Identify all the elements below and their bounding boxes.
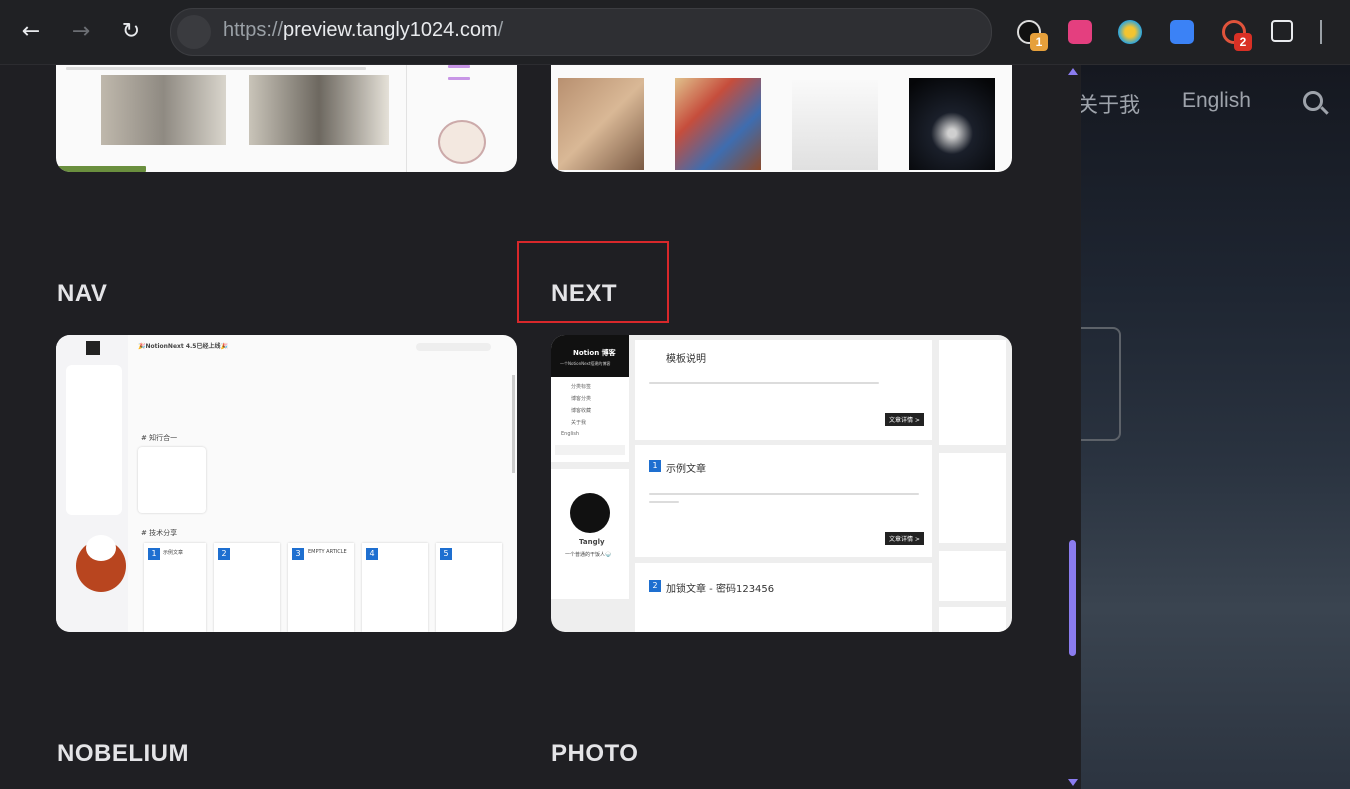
theme-gallery: NAV NEXT 🎉NotionNext 4.5已经上线🎉 # 知行合一 # 技… bbox=[0, 65, 1080, 789]
search-icon-handle bbox=[1320, 106, 1329, 115]
puzzle-icon[interactable] bbox=[1271, 20, 1293, 42]
next-menu-item[interactable]: English bbox=[561, 431, 579, 437]
back-icon[interactable]: ← bbox=[15, 16, 47, 48]
theme-label-photo: PHOTO bbox=[551, 740, 639, 767]
next-menu-item[interactable]: 博客收藏 bbox=[571, 407, 591, 414]
next-article-title[interactable]: 示例文章 bbox=[666, 460, 706, 475]
thumbnail-image bbox=[675, 78, 761, 170]
next-brand: Notion 博客 bbox=[573, 349, 616, 357]
address-bar[interactable]: https://preview.tangly1024.com/ bbox=[170, 8, 992, 56]
next-article-title[interactable]: 模板说明 bbox=[666, 350, 706, 365]
thumbnail-image bbox=[792, 78, 878, 170]
thumbnail-image bbox=[558, 78, 644, 170]
next-author-desc: 一个普通的干饭人🍚 bbox=[565, 552, 612, 558]
scroll-up-arrow[interactable] bbox=[1068, 68, 1078, 75]
forward-icon[interactable]: → bbox=[65, 16, 97, 48]
nav-announcement: 🎉NotionNext 4.5已经上线🎉 bbox=[138, 343, 228, 350]
next-tagline: 一个NotionNext搭建的博客 bbox=[560, 361, 611, 366]
theme-preview-card[interactable] bbox=[56, 65, 517, 172]
scrollbar-thumb[interactable] bbox=[1069, 540, 1076, 656]
toolbar-divider bbox=[1320, 20, 1322, 44]
site-info-icon[interactable] bbox=[177, 15, 211, 49]
next-theme-card[interactable]: Notion 博客 一个NotionNext搭建的博客 分类标签 博客分类 博客… bbox=[551, 335, 1012, 632]
extension-badge: 1 bbox=[1030, 33, 1048, 51]
background-card bbox=[1081, 327, 1121, 441]
thumbnail-image bbox=[909, 78, 995, 170]
nav-section-heading: # 知行合一 bbox=[141, 434, 178, 442]
next-menu-item[interactable]: 分类标签 bbox=[571, 383, 591, 390]
globe-extension-icon[interactable] bbox=[1118, 20, 1142, 44]
extension-badge: 2 bbox=[1234, 33, 1252, 51]
scroll-down-arrow[interactable] bbox=[1068, 779, 1078, 786]
background-page: 关于我 English bbox=[1081, 65, 1350, 789]
theme-label-nobelium: NOBELIUM bbox=[57, 740, 189, 767]
nav-theme-card[interactable]: 🎉NotionNext 4.5已经上线🎉 # 知行合一 # 技术分享 1 2 3… bbox=[56, 335, 517, 632]
next-article-title[interactable]: 加锁文章 - 密码123456 bbox=[666, 580, 774, 595]
theme-preview-card[interactable] bbox=[551, 65, 1012, 172]
nav-card-title: EMPTY ARTICLE bbox=[308, 549, 347, 555]
article-detail-button[interactable]: 文章详情 > bbox=[885, 413, 924, 426]
next-menu-item[interactable]: 关于我 bbox=[571, 419, 586, 426]
translate-extension-icon[interactable] bbox=[1068, 20, 1092, 44]
url-text[interactable]: https://preview.tangly1024.com/ bbox=[223, 19, 503, 42]
next-author: Tangly bbox=[579, 538, 605, 546]
nav-section-heading: # 技术分享 bbox=[141, 529, 178, 537]
nav-link-english[interactable]: English bbox=[1182, 89, 1251, 113]
nav-link-about[interactable]: 关于我 bbox=[1081, 89, 1140, 119]
browser-toolbar: ← → ↻ https://preview.tangly1024.com/ 1 … bbox=[0, 0, 1350, 65]
page-scrollbar[interactable] bbox=[1066, 65, 1080, 789]
document-extension-icon[interactable] bbox=[1170, 20, 1194, 44]
theme-label-nav: NAV bbox=[57, 280, 108, 307]
article-detail-button[interactable]: 文章详情 > bbox=[885, 532, 924, 545]
next-menu-item[interactable]: 博客分类 bbox=[571, 395, 591, 402]
highlight-box bbox=[517, 241, 669, 323]
nav-card-title: 示例文章 bbox=[163, 550, 184, 556]
reload-icon[interactable]: ↻ bbox=[115, 16, 147, 48]
